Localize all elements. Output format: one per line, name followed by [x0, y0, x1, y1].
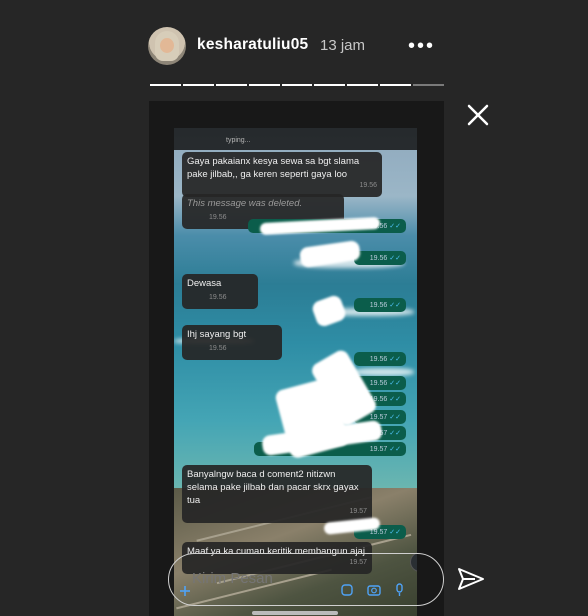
send-icon[interactable] — [455, 563, 487, 595]
chat-input-icons — [341, 583, 403, 596]
outgoing-message[interactable]: 19.56 ✓✓ — [354, 251, 406, 265]
message-text: Ihj sayang bgt — [187, 329, 247, 340]
microphone-icon — [396, 583, 403, 593]
message-text: Gaya pakaianx kesya sewa sa bgt slama pa… — [187, 156, 360, 180]
incoming-message[interactable]: Dewasa 19.56 — [182, 274, 258, 309]
message-time: 19.56 — [369, 255, 388, 262]
message-time: 19.56 — [209, 214, 227, 221]
chat-screenshot: typing... Gaya pakaianx kesya sewa sa bg… — [174, 128, 417, 616]
story-username[interactable]: kesharatuliu05 — [197, 36, 308, 54]
typing-indicator: typing... — [226, 137, 251, 144]
progress-segment — [347, 84, 379, 86]
message-text: This message was deleted. — [187, 198, 303, 209]
story-time: 13 jam — [320, 37, 366, 54]
progress-segment — [182, 84, 214, 86]
message-time: 19.56 — [209, 294, 227, 301]
wave — [354, 368, 414, 376]
progress-segment — [215, 84, 247, 86]
camera-icon — [367, 585, 381, 596]
progress-segment — [314, 84, 346, 86]
progress-segment — [150, 84, 181, 86]
incoming-message[interactable]: Banyalngw baca d coment2 nitizwn selama … — [182, 465, 372, 523]
progress-segment — [380, 84, 412, 86]
progress-segment — [281, 84, 313, 86]
avatar[interactable] — [148, 27, 186, 65]
message-time: 19.56 — [369, 380, 388, 387]
reply-input[interactable] — [192, 570, 342, 587]
message-time: 19.57 — [369, 529, 388, 536]
message-time: 19.57 — [369, 446, 388, 453]
more-options-icon[interactable]: ••• — [408, 36, 435, 56]
message-time: 19.56 — [359, 182, 377, 189]
plus-icon[interactable] — [178, 584, 192, 598]
sticker-icon — [341, 584, 353, 596]
progress-segment — [413, 84, 445, 86]
outgoing-message[interactable]: 19.56 ✓✓ — [354, 298, 406, 312]
incoming-message[interactable]: Ihj sayang bgt 19.56 — [182, 325, 282, 360]
message-time: 19.56 — [369, 356, 388, 363]
close-icon[interactable] — [463, 100, 493, 130]
incoming-message[interactable]: Gaya pakaianx kesya sewa sa bgt slama pa… — [182, 152, 382, 197]
message-time: 19.57 — [349, 508, 367, 515]
scribble — [310, 293, 348, 329]
chat-header: typing... — [174, 128, 417, 150]
message-text: Banyalngw baca d coment2 nitizwn selama … — [187, 469, 359, 506]
outgoing-message[interactable]: 19.56 ✓✓ — [354, 352, 406, 366]
avatar-face — [160, 38, 174, 53]
home-indicator — [252, 611, 338, 615]
story-canvas[interactable]: typing... Gaya pakaianx kesya sewa sa bg… — [149, 101, 444, 616]
reply-box[interactable] — [168, 553, 444, 606]
story-progress-bar — [150, 84, 445, 86]
message-time: 19.56 — [209, 345, 227, 352]
message-text: Dewasa — [187, 278, 222, 289]
progress-segment — [248, 84, 280, 86]
message-time: 19.56 — [369, 302, 388, 309]
